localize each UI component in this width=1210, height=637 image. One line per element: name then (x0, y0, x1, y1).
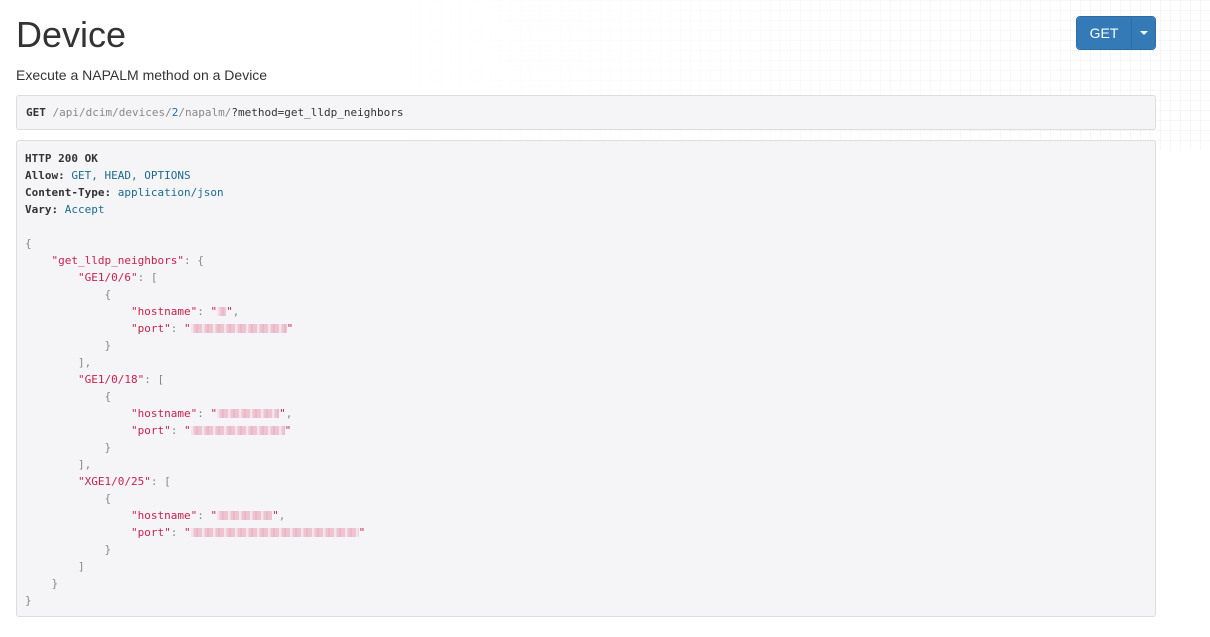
response-header-key: Vary: (25, 203, 59, 216)
json-line: } (104, 339, 112, 352)
redacted-value (217, 409, 280, 418)
json-line: { (25, 237, 32, 250)
interface-name: "GE1/0/18" (77, 373, 145, 386)
port-key: "port" (130, 526, 171, 539)
json-root-key: "get_lldp_neighbors" (51, 254, 184, 267)
array-close: ] (77, 560, 85, 573)
response-header: Vary: Accept (25, 201, 1147, 218)
json-line: "get_lldp_neighbors": { (51, 254, 204, 267)
interface-name: "GE1/0/6" (77, 271, 138, 284)
port-key: "port" (130, 322, 171, 335)
hostname-key: "hostname" (130, 407, 198, 420)
format-dropdown-toggle[interactable] (1131, 17, 1155, 49)
redacted-value (190, 426, 285, 435)
json-line: "XGE1/0/25": [ (77, 475, 171, 488)
response-status: HTTP 200 OK (25, 152, 98, 165)
json-line: "GE1/0/18": [ (77, 373, 165, 386)
json-line: { (104, 390, 112, 403)
json-line: "hostname": " ", (130, 407, 293, 420)
json-line: } (104, 441, 112, 454)
json-line: "port": " " (130, 526, 366, 539)
redacted-value (190, 324, 287, 333)
request-info: GET /api/dcim/devices/2/napalm/?method=g… (16, 95, 1156, 130)
page-title: Device (16, 14, 127, 55)
json-line: { (104, 492, 112, 505)
json-line: "GE1/0/6": [ (77, 271, 158, 284)
redacted-value (217, 511, 273, 520)
redacted-value (217, 307, 227, 316)
response-header-value: application/json (117, 186, 224, 199)
interface-name: "XGE1/0/25" (77, 475, 151, 488)
json-line: } (25, 594, 32, 607)
json-line: { (104, 288, 112, 301)
array-close: ], (77, 458, 92, 471)
array-close: ], (77, 356, 92, 369)
request-url-seg-2: /napalm/ (178, 106, 232, 119)
json-line: "hostname": " ", (130, 305, 240, 318)
json-line: "port": " " (130, 322, 294, 335)
page-description: Execute a NAPALM method on a Device (16, 67, 268, 83)
request-url-seg-0: /api/dcim/devices/ (52, 106, 172, 119)
hostname-key: "hostname" (130, 305, 198, 318)
json-line: ], (25, 456, 1147, 473)
response-header: Content-Type: application/json (25, 184, 1147, 201)
json-line: } (104, 543, 112, 556)
json-line: ] (25, 558, 1147, 575)
get-button-group: GET (1076, 16, 1156, 50)
response-header-key: Content-Type: (25, 186, 112, 199)
json-line: } (51, 577, 59, 590)
hostname-key: "hostname" (130, 509, 198, 522)
response-header-value: GET, HEAD, OPTIONS (71, 169, 191, 182)
request-url-seg-3: ?method=get_lldp_neighbors (231, 106, 404, 119)
response-header-value: Accept (64, 203, 105, 216)
json-line: "hostname": " ", (130, 509, 286, 522)
port-key: "port" (130, 424, 171, 437)
response-info: HTTP 200 OK Allow: GET, HEAD, OPTIONS Co… (16, 140, 1156, 617)
get-button[interactable]: GET (1077, 17, 1131, 49)
response-header-key: Allow: (25, 169, 65, 182)
response-status-line: HTTP 200 OK (25, 150, 1147, 167)
request-method: GET (26, 106, 46, 119)
caret-down-icon (1139, 31, 1148, 35)
json-line: "port": " " (130, 424, 292, 437)
json-line: ], (25, 354, 1147, 371)
redacted-value (190, 528, 359, 537)
response-header: Allow: GET, HEAD, OPTIONS (25, 167, 1147, 184)
